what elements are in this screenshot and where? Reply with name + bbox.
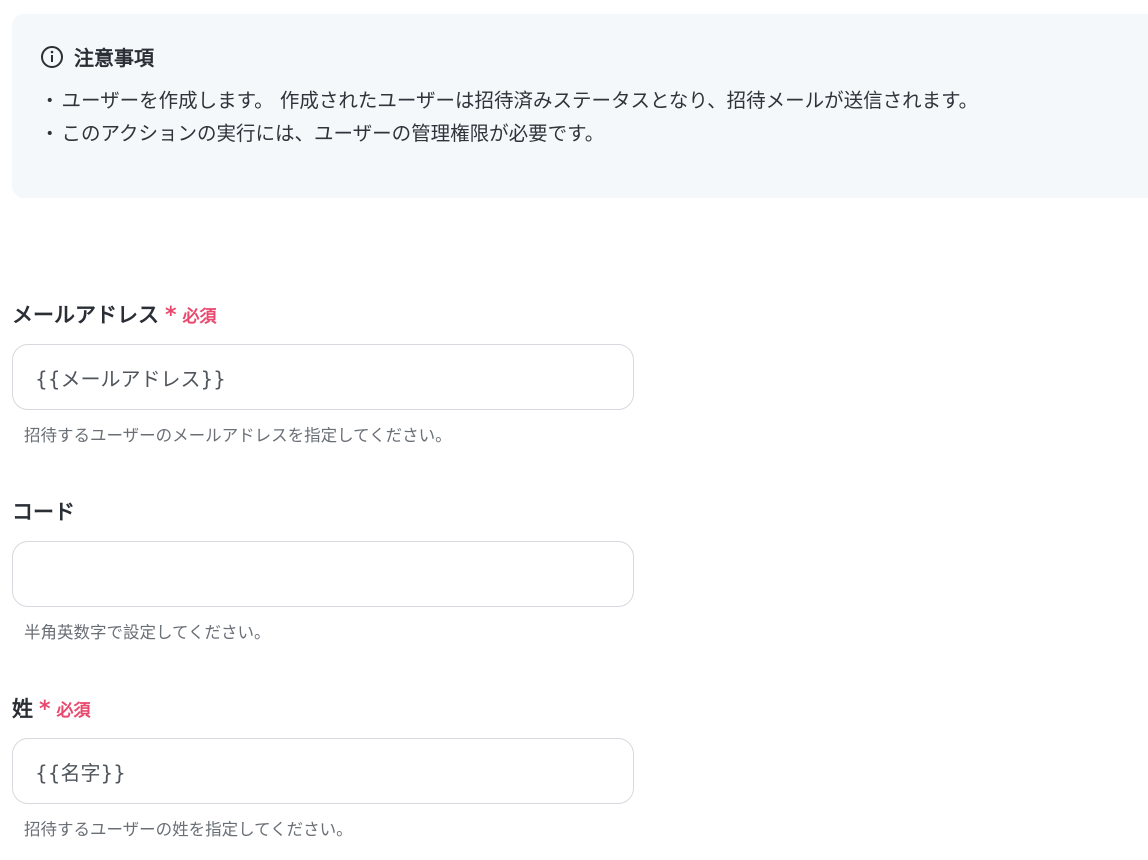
last-name-help-text: 招待するユーザーの姓を指定してください。: [24, 820, 353, 839]
email-label: メールアドレス: [12, 303, 159, 327]
email-label-row: メールアドレス * 必須: [12, 300, 638, 328]
code-input[interactable]: [12, 541, 634, 607]
notice-list: ・ユーザーを作成します。 作成されたユーザーは招待済みステータスとなり、招待メー…: [40, 84, 978, 150]
notice-title: 注意事項: [74, 46, 154, 70]
required-badge: 必須: [56, 700, 91, 721]
required-badge: 必須: [182, 306, 217, 327]
info-icon: [40, 45, 64, 69]
email-input[interactable]: {{メールアドレス}}: [12, 344, 634, 410]
last-name-label: 姓: [12, 697, 33, 721]
code-label-row: コード: [12, 497, 638, 525]
last-name-input[interactable]: {{名字}}: [12, 738, 634, 804]
notice-item-text: ユーザーを作成します。 作成されたユーザーは招待済みステータスとなり、招待メール…: [61, 89, 979, 112]
email-field-group: メールアドレス * 必須 {{メールアドレス}} 招待するユーザーのメールアドレ…: [12, 300, 638, 445]
email-help-text: 招待するユーザーのメールアドレスを指定してください。: [24, 426, 452, 445]
bullet: ・: [40, 122, 60, 145]
code-label: コード: [12, 500, 75, 524]
notice-header: 注意事項: [40, 42, 154, 71]
required-star-icon: *: [165, 303, 177, 328]
bullet: ・: [40, 89, 60, 112]
last-name-label-row: 姓 * 必須: [12, 694, 638, 722]
notice-item: ・このアクションの実行には、ユーザーの管理権限が必要です。: [40, 117, 978, 150]
last-name-field-group: 姓 * 必須 {{名字}} 招待するユーザーの姓を指定してください。: [12, 694, 638, 839]
required-star-icon: *: [39, 697, 51, 722]
notice-item: ・ユーザーを作成します。 作成されたユーザーは招待済みステータスとなり、招待メー…: [40, 84, 978, 117]
code-help-text: 半角英数字で設定してください。: [24, 623, 271, 642]
code-field-group: コード 半角英数字で設定してください。: [12, 497, 638, 642]
notice-item-text: このアクションの実行には、ユーザーの管理権限が必要です。: [61, 122, 605, 145]
